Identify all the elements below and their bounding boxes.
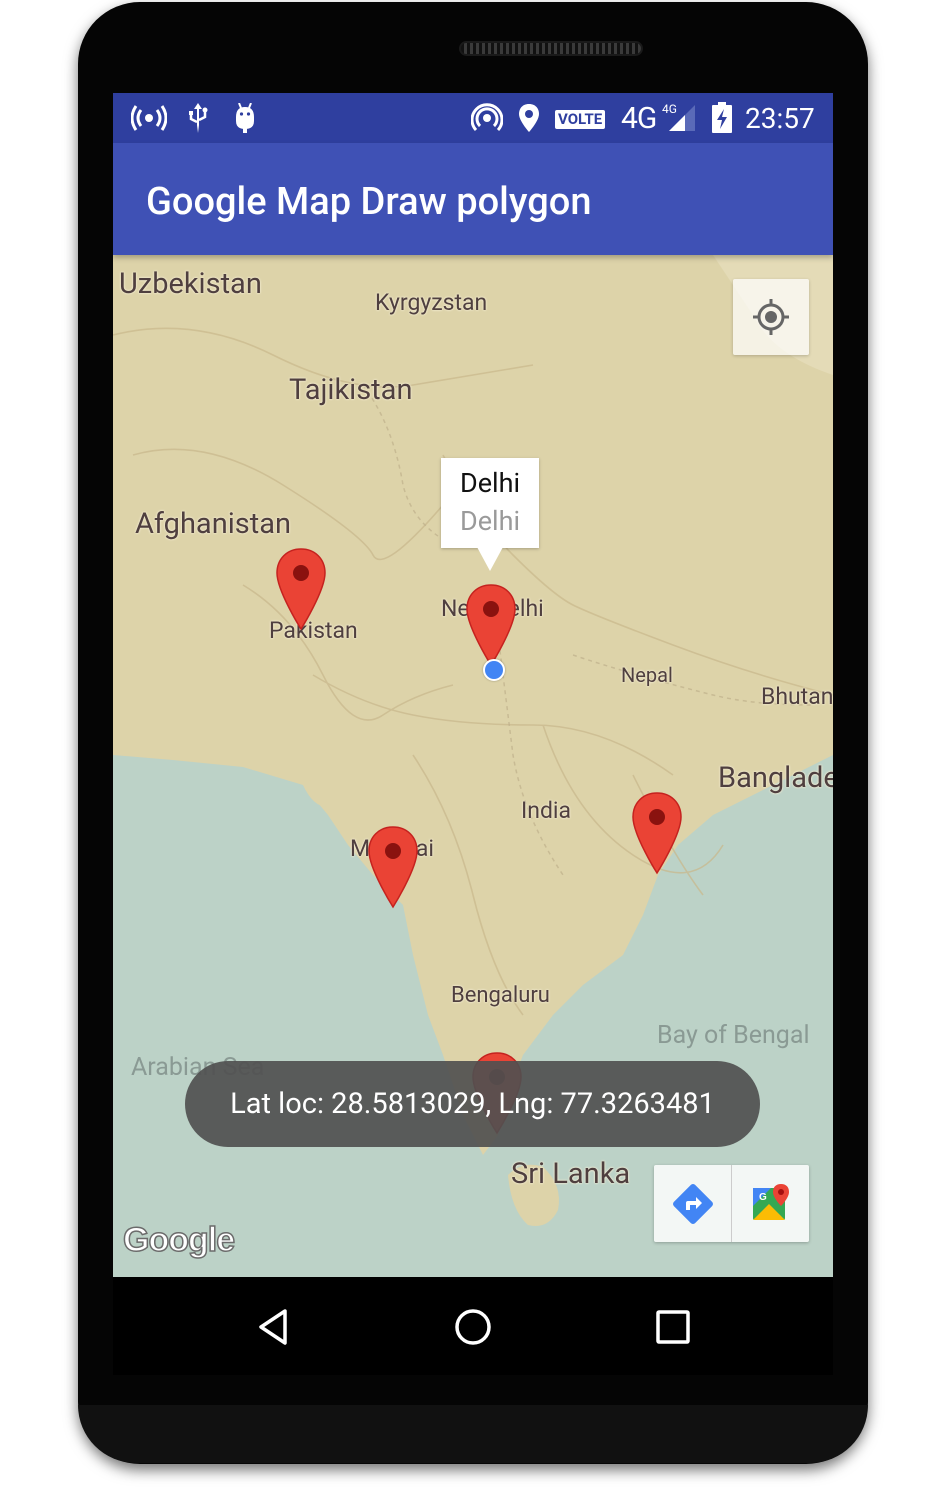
map-label-sri-lanka: Sri Lanka [511, 1157, 631, 1191]
map-toolbar: G [654, 1165, 809, 1242]
status-bar: VOLTE 4G 4G 23:57 [113, 93, 833, 143]
my-location-button[interactable] [733, 279, 809, 355]
info-window-snippet: Delhi [459, 505, 521, 537]
marker-pin-icon [276, 548, 326, 631]
map-label-bay-of-bengal: Bay of Bengal [657, 1021, 810, 1050]
back-icon [259, 1309, 287, 1345]
google-logo: Google [122, 1220, 236, 1260]
recents-button[interactable] [651, 1305, 695, 1349]
recents-icon [656, 1310, 690, 1344]
screen: VOLTE 4G 4G 23:57 Google Map Draw polygo… [113, 93, 833, 1277]
map-label-tajikistan: Tajikistan [289, 373, 413, 407]
map-label-afghanistan: Afghanistan [135, 507, 292, 541]
marker-pin-icon [368, 826, 418, 909]
svg-text:G: G [759, 1192, 767, 1203]
location-icon [517, 103, 541, 133]
app-title: Google Map Draw polygon [146, 180, 592, 224]
network-type: 4G [621, 101, 657, 136]
back-button[interactable] [251, 1305, 295, 1349]
directions-icon [672, 1183, 713, 1224]
map-label-nepal: Nepal [621, 663, 673, 687]
info-window-title: Delhi [459, 467, 521, 499]
volte-badge: VOLTE [555, 110, 606, 129]
marker-pin-icon [466, 584, 516, 667]
map-marker-delhi[interactable] [465, 583, 517, 667]
google-map[interactable]: Uzbekistan Kyrgyzstan Tajikistan Afghani… [113, 255, 833, 1277]
hotspot-icon [131, 103, 167, 133]
home-button[interactable] [451, 1305, 495, 1349]
map-label-bangladesh: Banglade [718, 761, 833, 795]
directions-button[interactable] [654, 1165, 731, 1242]
google-maps-icon: G [752, 1183, 789, 1220]
signal-icon [667, 103, 697, 133]
map-label-kyrgyzstan: Kyrgyzstan [375, 289, 488, 316]
crosshair-icon [753, 299, 789, 335]
map-label-bengaluru: Bengaluru [451, 983, 550, 1008]
map-label-india: India [521, 797, 572, 824]
info-window-pointer [477, 547, 503, 571]
my-location-dot [483, 659, 505, 681]
phone-chin [78, 1405, 868, 1463]
battery-charging-icon [711, 102, 733, 133]
status-time: 23:57 [745, 102, 815, 135]
map-marker-mumbai[interactable] [367, 825, 419, 909]
speaker-grille [459, 41, 643, 56]
android-debug-icon [233, 103, 257, 133]
map-label-bhutan: Bhutan [761, 683, 833, 710]
home-icon [455, 1309, 491, 1345]
toast-message: Lat loc: 28.5813029, Lng: 77.3263481 [185, 1061, 760, 1147]
navigation-bar [113, 1277, 833, 1375]
app-bar: Google Map Draw polygon [113, 143, 833, 255]
map-label-uzbekistan: Uzbekistan [119, 267, 262, 301]
map-marker-east[interactable] [631, 791, 683, 875]
map-marker-pakistan[interactable] [275, 547, 327, 631]
open-in-maps-button[interactable]: G [732, 1165, 809, 1242]
usb-icon [187, 103, 209, 133]
nfc-icon [471, 103, 503, 133]
marker-pin-icon [632, 792, 682, 875]
marker-info-window[interactable]: Delhi Delhi [441, 458, 539, 548]
